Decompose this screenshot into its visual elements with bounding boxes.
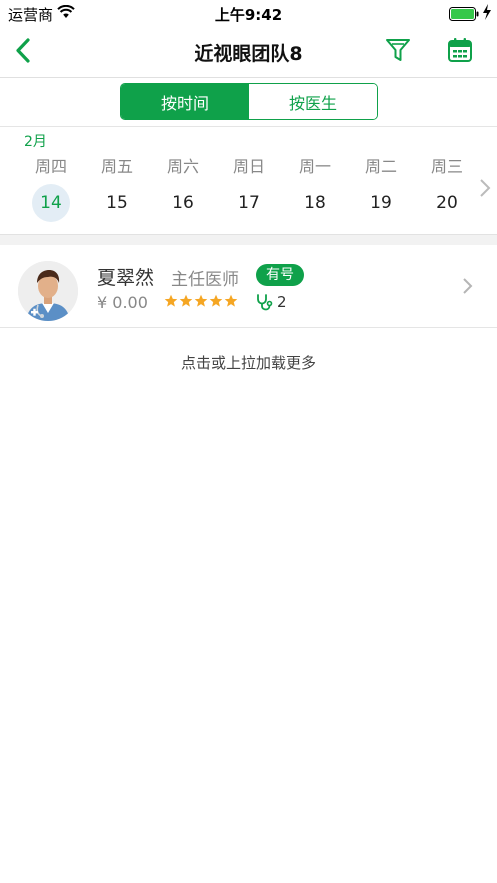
- rating-stars: [164, 294, 239, 308]
- battery-icon: [449, 6, 479, 25]
- weekday-label: 周四: [34, 157, 67, 176]
- weekday-label: 周二: [364, 157, 397, 176]
- doctor-name: 夏翠然: [97, 267, 155, 289]
- segment-by-doctor[interactable]: 按医生: [249, 84, 377, 119]
- weekday-label: 周五: [100, 157, 133, 176]
- date-cell[interactable]: 16: [150, 184, 216, 222]
- date-cell[interactable]: 20: [414, 184, 480, 222]
- date-row: 14 15 16 17 18 19 20: [18, 184, 480, 222]
- charging-icon: [482, 4, 492, 24]
- date-cell[interactable]: 19: [348, 184, 414, 222]
- divider: [0, 126, 497, 127]
- doctor-list-item[interactable]: 夏翠然 主任医师 有号 ¥ 0.00 2: [0, 245, 497, 328]
- chevron-right-icon: [462, 276, 474, 296]
- availability-badge: 有号: [256, 264, 304, 286]
- clock: 上午9:42: [214, 6, 283, 24]
- star-icon: [164, 294, 178, 307]
- star-icon: [209, 294, 223, 307]
- consult-count: 2: [277, 293, 287, 311]
- weekday-label: 周日: [232, 157, 265, 176]
- date-cell[interactable]: 18: [282, 184, 348, 222]
- stethoscope-icon: [255, 293, 273, 311]
- calendar-next-chevron-icon[interactable]: [478, 178, 492, 198]
- load-more-link[interactable]: 点击或上拉加载更多: [0, 352, 497, 373]
- weekday-row: 周四 周五 周六 周日 周一 周二 周三: [18, 153, 480, 177]
- navigation-bar: 近视眼团队8: [0, 26, 497, 78]
- section-separator: [0, 234, 497, 245]
- doctor-avatar: [18, 261, 78, 321]
- date-cell-selected[interactable]: 14: [18, 184, 84, 222]
- page-title: 近视眼团队8: [194, 43, 303, 65]
- sort-segmented-control: 按时间 按医生: [120, 83, 378, 120]
- filter-funnel-icon[interactable]: [384, 36, 412, 64]
- star-icon: [194, 294, 208, 307]
- star-icon: [179, 294, 193, 307]
- weekday-label: 周三: [430, 157, 463, 176]
- date-cell[interactable]: 15: [84, 184, 150, 222]
- date-cell[interactable]: 17: [216, 184, 282, 222]
- weekday-label: 周一: [298, 157, 331, 176]
- calendar-month: 2月: [24, 134, 47, 150]
- segment-by-time[interactable]: 按时间: [121, 84, 249, 119]
- star-icon: [224, 294, 238, 307]
- status-bar: 运营商 上午9:42: [0, 0, 497, 26]
- doctor-title: 主任医师: [171, 270, 239, 290]
- weekday-label: 周六: [166, 157, 199, 176]
- calendar-icon[interactable]: [446, 36, 474, 64]
- consult-price: ¥ 0.00: [97, 293, 148, 312]
